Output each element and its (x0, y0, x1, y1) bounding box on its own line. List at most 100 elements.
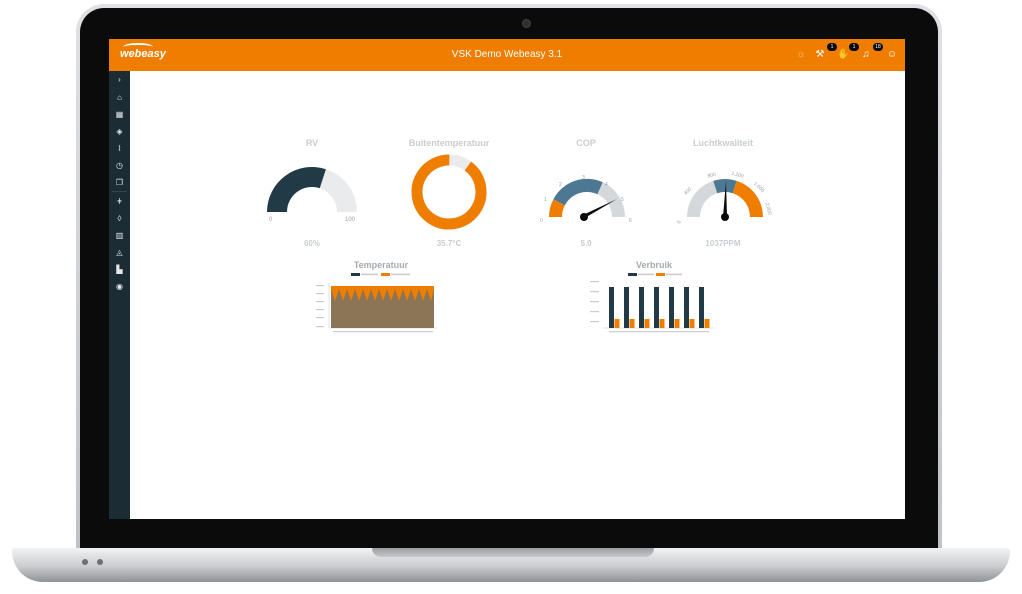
y-tick-label (316, 309, 324, 311)
aq-tick: 0 (676, 220, 683, 225)
rv-gauge: 0 100 (267, 166, 357, 223)
legend-label-series-1 (638, 273, 654, 276)
y-tick-label (590, 311, 599, 313)
tile-value-luchtkwaliteit: 1037PPM (705, 239, 741, 248)
aq-tick: 1,200 (731, 171, 745, 180)
tile-title-luchtkwaliteit: Luchtkwaliteit (692, 138, 753, 148)
tile-title-rv: RV (305, 138, 319, 148)
legend-label-series-1 (361, 273, 378, 276)
y-tick-label (316, 301, 324, 303)
indicator-light (82, 559, 88, 565)
bar-orange (644, 319, 650, 328)
bell-icon[interactable]: ♫ (860, 49, 872, 61)
aq-tick: 800 (707, 172, 717, 180)
bar-orange (704, 319, 710, 328)
line-chart-icon[interactable]: ⌇ (109, 142, 130, 156)
aq-band-low (687, 180, 718, 217)
legend-swatch-series-2 (656, 273, 665, 276)
webcam (522, 19, 531, 28)
bar-orange (614, 319, 620, 328)
sidebar: › ⌂ ▦ ◈ ⌇ ◷ ❐ ǂ ◊ ▥ ◬ ▙ ◉ (109, 71, 130, 519)
chart-title-temperatuur: Temperatuur (353, 260, 409, 270)
sun-icon[interactable]: ☼ (795, 49, 807, 61)
app-title: VSK Demo Webeasy 3.1 (451, 49, 563, 60)
y-tick-label (590, 281, 599, 283)
temperatuur-chart (316, 273, 437, 333)
legend-label-series-2 (391, 273, 410, 276)
bar-dark (639, 287, 644, 328)
cop-tick: 0 (540, 218, 543, 224)
y-tick-label (590, 291, 599, 293)
clock-icon[interactable]: ◷ (109, 159, 130, 173)
laptop-base-notch (372, 548, 654, 557)
aq-tick: 2,000 (764, 202, 773, 216)
building-icon[interactable]: ▥ (109, 229, 130, 243)
hand-badge: 1 (849, 43, 859, 51)
legend-swatch-series-1 (628, 273, 637, 276)
bar-orange (659, 319, 665, 328)
y-tick-label (590, 301, 599, 303)
app-screen: webeasy VSK Demo Webeasy 3.1 ☼ ⚒ 1 ✋ 1 ♫… (109, 39, 905, 519)
user-icon[interactable]: ☺ (886, 49, 898, 61)
cop-tick: 2 (559, 182, 562, 188)
bar-orange (629, 319, 635, 328)
temperature-donut (411, 154, 487, 230)
chart-title-verbruik: Verbruik (635, 260, 673, 270)
bar-orange (689, 319, 695, 328)
bar-dark (684, 287, 689, 328)
verbruik-chart (590, 273, 715, 333)
hand-icon[interactable]: ✋ (837, 49, 849, 61)
bar-dark (624, 287, 629, 328)
cop-tick: 5 (621, 197, 624, 203)
y-tick-label (316, 317, 324, 319)
cop-gauge: 0 1 2 3 4 5 6 (540, 175, 632, 224)
cop-tick: 6 (629, 218, 632, 224)
wrench-icon[interactable]: ⚒ (814, 49, 826, 61)
indicator-light (97, 559, 103, 565)
thermometer-icon[interactable]: ǂ (109, 195, 130, 209)
tile-title-cop: COP (576, 138, 596, 148)
rv-gauge-fill (267, 166, 326, 212)
cop-needle-hub (580, 213, 588, 221)
rv-gauge-min: 0 (269, 217, 273, 223)
bar-orange (674, 319, 680, 328)
air-quality-gauge: 0 400 800 1,200 1,600 2,000 (676, 171, 773, 225)
wrench-badge: 1 (827, 43, 837, 51)
bar-chart-icon[interactable]: ▙ (109, 263, 130, 277)
top-bar: webeasy VSK Demo Webeasy 3.1 ☼ ⚒ 1 ✋ 1 ♫… (109, 39, 905, 71)
copy-icon[interactable]: ❐ (109, 176, 130, 190)
chevron-right-icon[interactable]: › (109, 73, 130, 87)
shield-icon[interactable]: ◈ (109, 125, 130, 139)
x-tick-labels (333, 331, 433, 333)
drop-icon[interactable]: ◊ (109, 212, 130, 226)
y-tick-label (590, 321, 599, 323)
grid-icon[interactable]: ▦ (109, 108, 130, 122)
speedometer-icon[interactable]: ◬ (109, 246, 130, 260)
tile-title-buitentemperatuur: Buitentemperatuur (408, 138, 490, 148)
bar-dark (654, 287, 659, 328)
y-tick-label (316, 326, 324, 328)
tile-value-cop: 5.0 (580, 239, 592, 248)
cop-tick: 3 (582, 175, 585, 181)
tile-value-buitentemperatuur: 35.7°C (436, 239, 462, 248)
sidebar-divider (112, 191, 127, 192)
bar-dark (609, 287, 614, 328)
aq-needle-hub (721, 213, 729, 221)
legend-swatch-series-1 (351, 273, 360, 276)
aq-band-mid (713, 179, 737, 194)
legend-swatch-series-2 (381, 273, 390, 276)
bell-badge: 18 (873, 43, 883, 51)
gauge-icon[interactable]: ◉ (109, 280, 130, 294)
bar-dark (669, 287, 674, 328)
y-tick-label (316, 293, 324, 295)
donut-fill (411, 154, 487, 230)
cop-tick: 1 (544, 197, 547, 203)
aq-tick: 400 (683, 186, 693, 196)
cop-tick: 4 (605, 182, 608, 188)
home-icon[interactable]: ⌂ (109, 91, 130, 105)
legend-label-series-2 (666, 273, 682, 276)
tile-value-rv: 60% (303, 239, 320, 248)
x-tick-labels (609, 331, 709, 333)
rv-gauge-max: 100 (345, 217, 356, 223)
aq-tick: 1,600 (752, 181, 765, 194)
